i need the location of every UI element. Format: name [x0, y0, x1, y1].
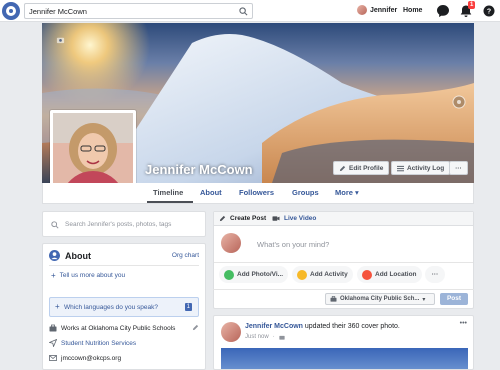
- home-link[interactable]: Home: [403, 7, 422, 14]
- email-label: jmccown@okcps.org: [61, 354, 122, 362]
- pencil-icon: [339, 165, 346, 171]
- briefcase-icon: [279, 335, 285, 340]
- avatar: [357, 5, 367, 15]
- audience-label: Oklahoma City Public Sch...: [340, 296, 420, 302]
- languages-label: Which languages do you speak?: [64, 304, 158, 311]
- languages-prompt[interactable]: + Which languages do you speak? 1: [49, 297, 199, 317]
- edit-profile-label: Edit Profile: [349, 164, 384, 172]
- separator-dot: ·: [272, 334, 275, 340]
- profile-name: Jennifer McCown: [145, 162, 253, 177]
- about-card: About Org chart + Tell us more about you…: [42, 243, 206, 370]
- camera-icon[interactable]: [56, 35, 65, 44]
- post-timestamp[interactable]: Just now: [245, 334, 269, 340]
- profile-tab-bar: Timeline About Followers Groups More ▾: [42, 183, 474, 204]
- active-tab-indicator: [147, 201, 193, 203]
- divider: [49, 265, 199, 266]
- location-pin-icon: [362, 269, 372, 280]
- add-photo-video-label: Add Photo/Vi...: [237, 271, 284, 278]
- briefcase-icon: [330, 296, 337, 302]
- profile-photo-image: [53, 113, 133, 193]
- works-at-row: Works at Oklahoma City Public Schools: [49, 324, 175, 332]
- department-label: Student Nutrition Services: [61, 339, 137, 347]
- workplace-logo-icon[interactable]: [2, 2, 20, 20]
- tell-us-more-label: Tell us more about you: [59, 272, 126, 279]
- composer-more-button[interactable]: ···: [425, 266, 445, 283]
- help-icon[interactable]: ?: [482, 4, 496, 18]
- post-options-button[interactable]: •••: [460, 320, 467, 327]
- org-chart-link[interactable]: Org chart: [172, 252, 199, 259]
- search-icon[interactable]: [239, 7, 248, 16]
- plus-icon: +: [55, 302, 60, 311]
- add-activity-label: Add Activity: [310, 271, 348, 278]
- video-camera-icon: [272, 216, 280, 221]
- add-location-label: Add Location: [375, 271, 417, 278]
- pencil-icon: [219, 215, 226, 222]
- timeline-search-box[interactable]: Search Jennifer's posts, photos, tags: [42, 211, 206, 237]
- edit-profile-button[interactable]: Edit Profile: [333, 161, 390, 175]
- avatar[interactable]: [221, 322, 241, 342]
- top-bar: Jennifer McCown Jennifer Home 1 ?: [0, 0, 500, 22]
- audience-selector[interactable]: Oklahoma City Public Sch... ▾: [325, 293, 435, 305]
- more-options-button[interactable]: ···: [449, 161, 468, 175]
- create-post-label: Create Post: [230, 215, 267, 222]
- about-title: About: [65, 251, 91, 261]
- chat-icon[interactable]: [436, 4, 450, 18]
- add-activity-button[interactable]: Add Activity: [292, 266, 353, 283]
- post-button[interactable]: Post: [440, 293, 468, 305]
- department-row[interactable]: Student Nutrition Services: [49, 339, 136, 347]
- activity-log-button[interactable]: Activity Log: [391, 161, 451, 175]
- add-location-button[interactable]: Add Location: [357, 266, 422, 283]
- envelope-icon: [49, 355, 57, 361]
- photo-icon: [224, 269, 234, 280]
- timeline-search-placeholder: Search Jennifer's posts, photos, tags: [65, 221, 172, 228]
- tell-us-more-link[interactable]: + Tell us more about you: [51, 271, 125, 280]
- live-video-tab[interactable]: Live Video: [272, 215, 316, 222]
- divider: [214, 262, 473, 263]
- works-at-label: Works at Oklahoma City Public Schools: [61, 324, 176, 332]
- smiley-icon: [297, 269, 307, 280]
- post-cover-photo[interactable]: [221, 348, 468, 369]
- search-input[interactable]: Jennifer McCown: [24, 3, 253, 19]
- pencil-icon[interactable]: [192, 324, 199, 331]
- activity-log-label: Activity Log: [407, 164, 445, 172]
- live-video-label: Live Video: [284, 215, 317, 222]
- more-options-label: ···: [455, 164, 462, 172]
- composer-more-label: ···: [431, 271, 439, 278]
- post-action-text: updated their 360 cover photo.: [302, 323, 400, 330]
- plus-icon: +: [51, 271, 56, 280]
- create-post-tab[interactable]: Create Post: [219, 215, 266, 222]
- email-row: jmccown@okcps.org: [49, 354, 121, 362]
- user-circle-icon: [49, 250, 60, 261]
- avatar: [221, 233, 241, 253]
- languages-badge: 1: [184, 303, 192, 311]
- post-meta: Just now ·: [245, 334, 285, 340]
- add-photo-video-button[interactable]: Add Photo/Vi...: [219, 266, 289, 283]
- notification-badge: 1: [468, 1, 476, 9]
- profile-link[interactable]: Jennifer: [357, 5, 397, 15]
- composer-input[interactable]: What's on your mind?: [257, 240, 329, 249]
- tab-about[interactable]: About: [200, 188, 222, 197]
- chevron-down-icon: ▾: [422, 296, 426, 303]
- tab-groups[interactable]: Groups: [292, 188, 319, 197]
- search-icon: [51, 221, 59, 229]
- tab-followers[interactable]: Followers: [239, 188, 274, 197]
- post-author-link[interactable]: Jennifer McCown: [245, 323, 303, 330]
- feed-post: Jennifer McCown updated their 360 cover …: [213, 315, 474, 370]
- divider: [213, 289, 474, 290]
- 360-view-icon[interactable]: [452, 95, 466, 109]
- location-arrow-icon: [49, 339, 57, 347]
- profile-link-label: Jennifer: [370, 6, 398, 14]
- briefcase-icon: [49, 324, 57, 332]
- svg-text:?: ?: [487, 9, 491, 16]
- search-value: Jennifer McCown: [29, 7, 87, 16]
- tab-more[interactable]: More ▾: [335, 188, 359, 197]
- tab-timeline[interactable]: Timeline: [153, 188, 183, 197]
- list-icon: [397, 165, 404, 171]
- post-header: Jennifer McCown updated their 360 cover …: [245, 323, 400, 330]
